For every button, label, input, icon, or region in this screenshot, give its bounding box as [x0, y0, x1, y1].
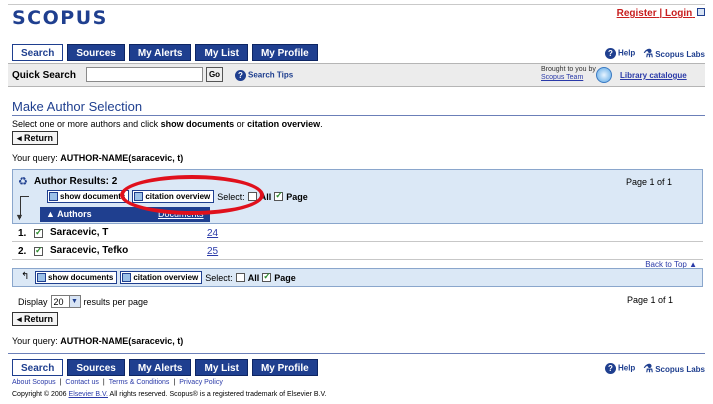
tab-sources[interactable]: Sources	[67, 44, 125, 61]
display-per-page: Display 20 ▼ results per page	[18, 295, 149, 308]
row-number: 2.	[18, 246, 27, 257]
library-icon	[596, 67, 612, 83]
quick-search-input[interactable]	[86, 67, 203, 82]
show-documents-button[interactable]: show documents	[47, 190, 130, 203]
scopus-labs-link[interactable]: ⚗ Scopus Labs	[643, 47, 705, 60]
column-authors-header[interactable]: ▲ Authors	[40, 207, 140, 222]
page-label: Page	[274, 272, 296, 283]
page-info: Page 1 of 1	[625, 177, 672, 187]
help-icon: ?	[604, 363, 616, 374]
footer-nav: Search Sources My Alerts My List My Prof…	[12, 359, 318, 376]
select-page-checkbox[interactable]	[262, 271, 272, 282]
footer-links: About Scopus | Contact us | Terms & Conditio…	[12, 379, 223, 386]
results-bottom-toolbar: ↰ show documents citation overview Selec…	[12, 268, 703, 287]
scopus-labs-link[interactable]: ⚗ Scopus Labs	[643, 362, 705, 375]
results-per-page-select[interactable]: 20 ▼	[50, 295, 81, 308]
select-page-checkbox[interactable]	[274, 190, 284, 201]
select-label: Select:	[205, 272, 233, 283]
top-rule	[8, 4, 705, 5]
bottom-actions: show documents citation overview Select:…	[35, 271, 296, 284]
login-toggle-icon[interactable]	[697, 8, 705, 16]
labs-icon: ⚗	[643, 48, 654, 60]
search-tips-link[interactable]: ? Search Tips	[235, 70, 293, 81]
separator: |	[659, 8, 663, 19]
citation-icon	[122, 273, 132, 282]
page-info-bottom: Page 1 of 1	[626, 295, 673, 305]
instruction-text: Select one or more authors and click sho…	[12, 119, 323, 129]
help-link[interactable]: ? Help	[604, 48, 635, 59]
register-login-links: Register | Login	[617, 8, 705, 19]
citation-overview-button[interactable]: citation overview	[120, 271, 203, 284]
elsevier-link[interactable]: Elsevier B.V.	[69, 391, 108, 398]
terms-link[interactable]: Terms & Conditions	[109, 379, 170, 386]
table-row: 2. Saracevic, Tefko 25	[12, 242, 703, 260]
arrow-up-icon: ↰	[21, 271, 30, 282]
select-all-checkbox[interactable]	[235, 273, 245, 282]
about-scopus-link[interactable]: About Scopus	[12, 379, 56, 386]
document-icon	[37, 273, 46, 282]
return-button[interactable]: ◂ Return	[12, 312, 59, 326]
tab-search[interactable]: Search	[12, 44, 64, 61]
row-number: 1.	[18, 228, 27, 239]
title-rule	[12, 115, 705, 116]
tab-my-profile[interactable]: My Profile	[251, 359, 318, 376]
query-line: Your query: AUTHOR-NAME(saracevic, t)	[12, 336, 184, 346]
tab-my-alerts[interactable]: My Alerts	[128, 44, 192, 61]
help-icon: ?	[235, 70, 246, 81]
highlight-circle	[120, 175, 264, 215]
scopus-logo: SCOPUS	[12, 7, 108, 29]
brought-to-you: Brought to you by Scopus Team	[541, 66, 596, 81]
recycle-icon: ♻	[18, 176, 28, 188]
document-count-link[interactable]: 24	[207, 228, 218, 239]
row-checkbox[interactable]	[34, 245, 43, 257]
arrow-down-icon: ▼	[15, 212, 24, 222]
help-icon: ?	[604, 48, 616, 59]
query-line: Your query: AUTHOR-NAME(saracevic, t)	[12, 153, 184, 163]
tab-my-profile[interactable]: My Profile	[251, 44, 318, 61]
login-link[interactable]: Login	[665, 8, 692, 19]
quick-search-label: Quick Search	[12, 70, 76, 81]
sort-up-icon: ▲	[46, 209, 58, 219]
back-arrow-icon: ◂	[17, 314, 25, 324]
tab-my-list[interactable]: My List	[195, 359, 248, 376]
document-count-link[interactable]: 25	[207, 246, 218, 257]
author-name: Saracevic, Tefko	[50, 245, 129, 256]
go-button[interactable]: Go	[206, 67, 223, 82]
help-links: ? Help ⚗ Scopus Labs	[604, 362, 705, 375]
main-nav: Search Sources My Alerts My List My Prof…	[12, 44, 318, 61]
tab-sources[interactable]: Sources	[67, 359, 125, 376]
back-arrow-icon: ◂	[17, 133, 25, 143]
labs-icon: ⚗	[643, 363, 654, 375]
chevron-down-icon: ▼	[68, 296, 80, 307]
copyright-text: Copyright © 2006 Elsevier B.V. All right…	[12, 391, 327, 398]
row-checkbox[interactable]	[34, 227, 43, 239]
contact-us-link[interactable]: Contact us	[65, 379, 98, 386]
page-title: Make Author Selection	[12, 99, 143, 114]
author-name: Saracevic, T	[50, 227, 109, 238]
page-label: Page	[286, 191, 308, 202]
footer-rule	[8, 353, 705, 354]
help-link[interactable]: ? Help	[604, 363, 635, 374]
tab-my-list[interactable]: My List	[195, 44, 248, 61]
return-button[interactable]: ◂ Return	[12, 131, 59, 145]
document-icon	[49, 192, 58, 201]
author-results-label: Author Results: 2	[34, 176, 118, 187]
privacy-link[interactable]: Privacy Policy	[179, 379, 223, 386]
register-link[interactable]: Register	[617, 8, 657, 19]
quick-search-bar: Quick Search Go ? Search Tips Brought to …	[8, 63, 705, 87]
table-row: 1. Saracevic, T 24	[12, 224, 703, 242]
tab-my-alerts[interactable]: My Alerts	[128, 359, 192, 376]
tab-search[interactable]: Search	[12, 359, 64, 376]
show-documents-button[interactable]: show documents	[35, 271, 118, 284]
library-catalogue-link[interactable]: Library catalogue	[620, 71, 687, 80]
help-links: ? Help ⚗ Scopus Labs	[604, 47, 705, 60]
all-label: All	[247, 272, 260, 283]
scopus-team-link[interactable]: Scopus Team	[541, 74, 583, 81]
